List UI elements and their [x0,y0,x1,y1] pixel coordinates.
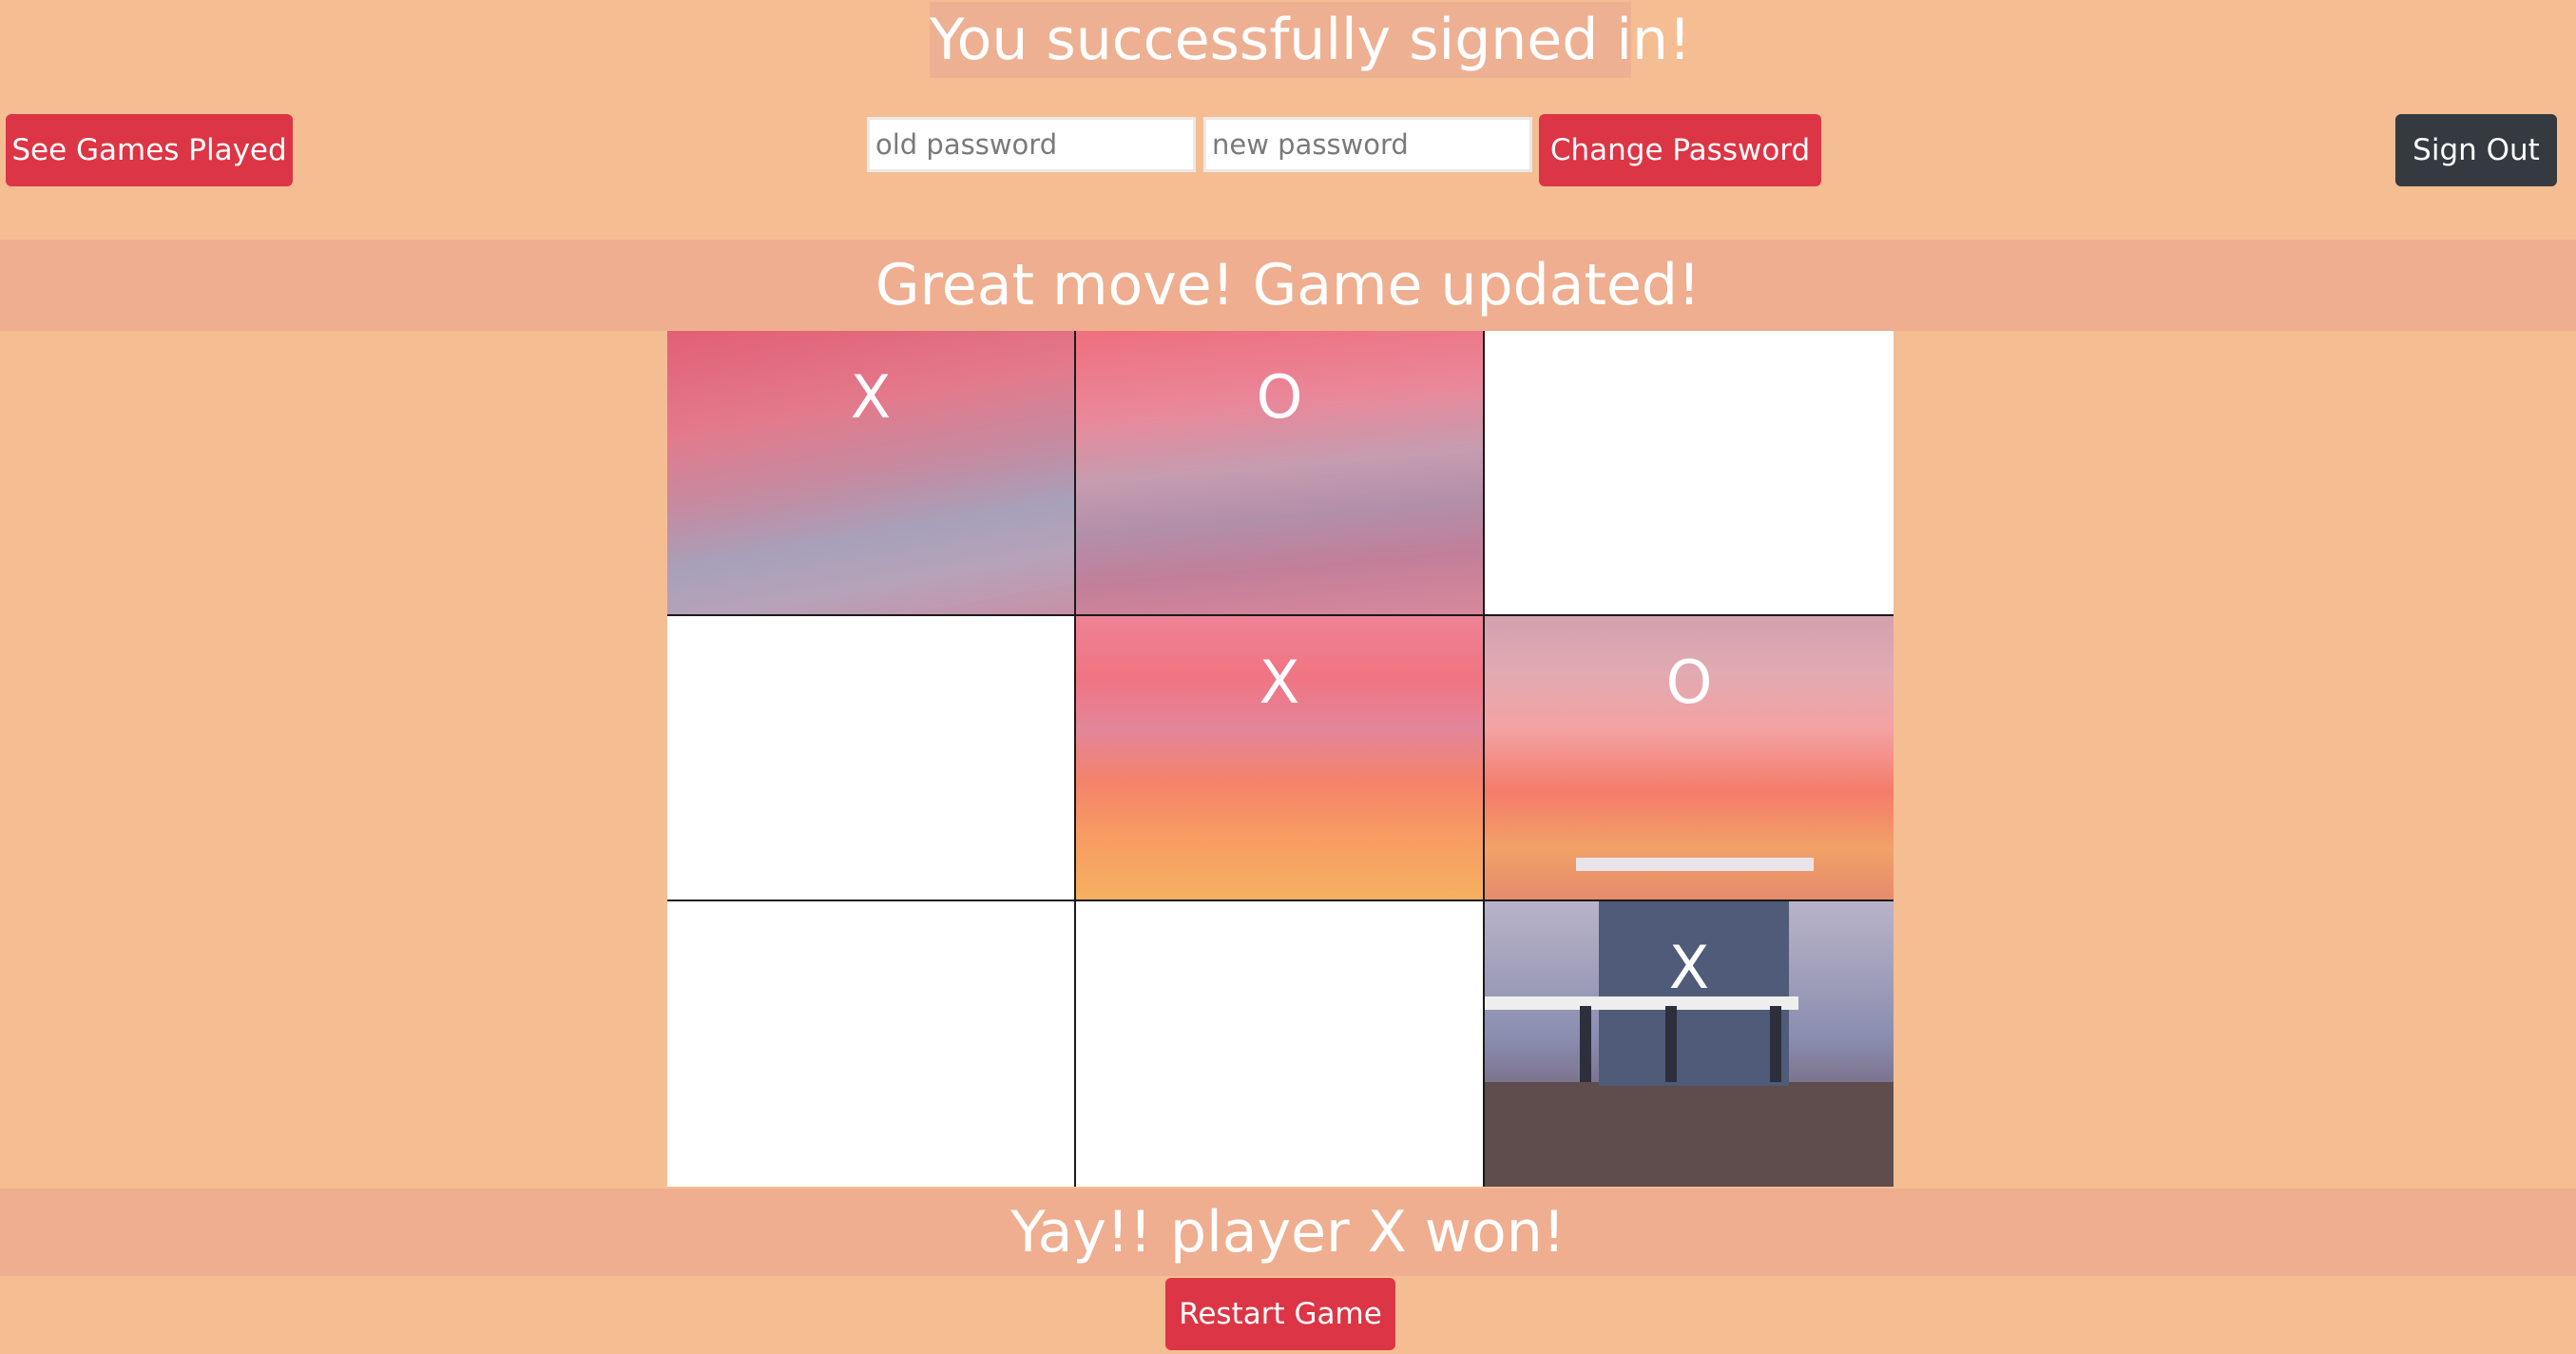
cell-mark: X [1668,933,1710,1002]
board-cell-0[interactable]: X [667,331,1076,616]
see-games-played-button[interactable]: See Games Played [6,114,293,186]
change-password-button[interactable]: Change Password [1539,114,1821,186]
game-board: X O X O X [667,331,1894,1187]
cell-mark: X [1259,648,1300,717]
board-cell-1[interactable]: O [1076,331,1485,616]
move-status-banner: Great move! Game updated! [0,240,2576,331]
board-cell-3[interactable] [667,616,1076,901]
beach-sand [1485,1082,1894,1187]
board-cell-4[interactable]: X [1076,616,1485,901]
restart-game-button[interactable]: Restart Game [1165,1278,1395,1350]
new-password-input[interactable] [1203,117,1532,172]
tower-leg [1580,1006,1591,1082]
lifeguard-tower-roof [1576,858,1814,871]
old-password-input[interactable] [867,117,1196,172]
board-cell-6[interactable] [667,901,1076,1187]
cell-mark: O [1665,648,1713,717]
board-cell-2[interactable] [1485,331,1894,616]
result-banner: Yay!! player X won! [0,1189,2576,1276]
game-page: You successfully signed in! See Games Pl… [0,0,2576,1354]
cell-mark: O [1256,362,1303,432]
tower-leg [1770,1006,1781,1082]
cell-mark: X [850,362,892,432]
board-cell-8[interactable]: X [1485,901,1894,1187]
board-cell-7[interactable] [1076,901,1485,1187]
board-cell-5[interactable]: O [1485,616,1894,901]
signin-message: You successfully signed in! [930,2,1691,78]
sign-out-button[interactable]: Sign Out [2395,114,2557,186]
tower-leg [1665,1006,1677,1082]
